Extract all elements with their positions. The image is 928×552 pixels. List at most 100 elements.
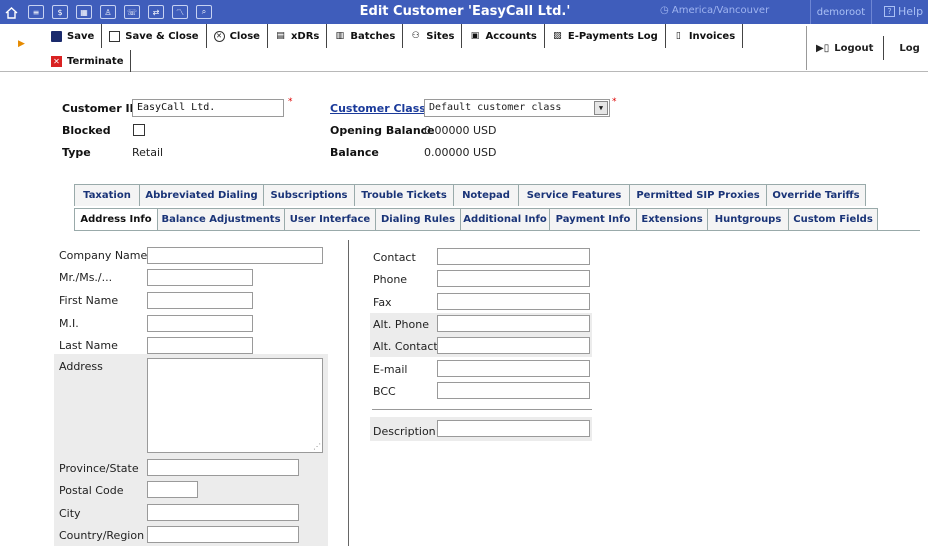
dollar-icon[interactable]: $ [52,5,68,19]
description-input[interactable] [437,420,590,437]
timezone-label: America/Vancouver [671,5,770,16]
customer-id-input[interactable]: EasyCall Ltd. [132,99,284,117]
epayments-log-button[interactable]: ▨ E-Payments Log [545,24,666,48]
chevron-down-icon: ▼ [594,101,608,115]
toolbar-row-2: ✕ Terminate [44,50,132,72]
postal-code-input[interactable] [147,481,198,498]
country-label: Country/Region [59,529,145,542]
tab-custom-fields[interactable]: Custom Fields [788,208,878,230]
middle-initial-input[interactable] [147,315,253,332]
last-name-input[interactable] [147,337,253,354]
opening-balance-value: 0.00000 USD [424,124,497,137]
toolbar-right: ▶▯ Logout Log [806,36,928,60]
bcc-input[interactable] [437,382,590,399]
middle-initial-label: M.I. [59,317,79,330]
company-name-input[interactable] [147,247,323,264]
tab-payment-info[interactable]: Payment Info [549,208,637,230]
clock-icon: ◷ [660,5,672,16]
tab-huntgroups[interactable]: Huntgroups [707,208,789,230]
tab-subscriptions[interactable]: Subscriptions [263,184,355,206]
tab-user-interface[interactable]: User Interface [284,208,376,230]
tab-balance-adjustments[interactable]: Balance Adjustments [157,208,285,230]
tab-notepad[interactable]: Notepad [453,184,519,206]
tab-additional-info[interactable]: Additional Info [460,208,550,230]
email-input[interactable] [437,360,590,377]
help-label: Help [898,5,924,18]
first-name-input[interactable] [147,292,253,309]
grid-icon[interactable]: ▦ [76,5,92,19]
customer-class-link[interactable]: Customer Class [330,102,426,115]
alt-contact-input[interactable] [437,337,590,354]
contact-label: Contact [373,251,416,264]
list-icon[interactable]: ≡ [28,5,44,19]
fax-input[interactable] [437,293,590,310]
help-icon: ? [884,6,895,17]
contact-input[interactable] [437,248,590,265]
transfer-icon[interactable]: ⇄ [148,5,164,19]
logout-button[interactable]: ▶▯ Logout [806,36,885,60]
xdrs-icon: ▤ [276,31,285,41]
province-input[interactable] [147,459,299,476]
required-mark: * [288,97,293,107]
sites-button[interactable]: ⚇ Sites [403,24,463,48]
save-icon [51,30,62,42]
timezone-link[interactable]: ◷ America/Vancouver [660,5,769,16]
postal-code-label: Postal Code [59,484,124,497]
top-bar: ≡ $ ▦ ♙ ☏ ⇄ 〽 ⌕ Edit Customer 'EasyCall … [0,0,928,24]
tab-permitted-sip-proxies[interactable]: Permitted SIP Proxies [629,184,767,206]
province-label: Province/State [59,462,139,475]
sites-icon: ⚇ [411,31,420,41]
terminate-button[interactable]: ✕ Terminate [44,50,132,72]
opening-balance-label: Opening Balance [330,124,435,137]
search-icon[interactable]: ⌕ [196,5,212,19]
close-icon: ✕ [213,30,225,42]
logout-label: Logout [834,42,874,54]
alt-phone-input[interactable] [437,315,590,332]
first-name-label: First Name [59,294,119,307]
help-link[interactable]: ? Help [884,5,923,18]
tab-address-info[interactable]: Address Info [74,208,158,230]
tab-trouble-tickets[interactable]: Trouble Tickets [354,184,454,206]
toolbar: ▶ Save Save & Close ✕ Close ▤ xDRs ▥ Batche… [0,24,928,72]
tab-override-tariffs[interactable]: Override Tariffs [766,184,866,206]
xdrs-button[interactable]: ▤ xDRs [268,24,328,48]
customer-class-select[interactable]: Default customer class ▼ [424,99,610,117]
save-button[interactable]: Save [44,24,103,48]
description-label: Description [373,425,436,438]
email-label: E-mail [373,363,408,376]
tab-service-features[interactable]: Service Features [518,184,630,206]
accounts-button[interactable]: ▣ Accounts [462,24,545,48]
batches-button[interactable]: ▥ Batches [327,24,404,48]
tab-taxation[interactable]: Taxation [74,184,140,206]
invoices-button[interactable]: ▯ Invoices [666,24,744,48]
tab-row-2: Address Info Balance Adjustments User In… [74,208,878,230]
type-label: Type [62,146,91,159]
city-input[interactable] [147,504,299,521]
tab-extensions[interactable]: Extensions [636,208,708,230]
tab-abbreviated-dialing[interactable]: Abbreviated Dialing [139,184,264,206]
customer-id-label: Customer ID [62,102,139,115]
close-button[interactable]: ✕ Close [207,24,268,48]
terminate-icon: ✕ [51,55,62,67]
address-textarea[interactable]: ⋰ [147,358,323,453]
fax-label: Fax [373,296,392,309]
country-input[interactable] [147,526,299,543]
invoices-label: Invoices [688,30,736,42]
home-icon[interactable] [0,0,22,24]
tab-dialing-rules[interactable]: Dialing Rules [375,208,461,230]
phone-input[interactable] [437,270,590,287]
user-name[interactable]: demoroot [810,0,872,24]
required-mark: * [612,97,617,107]
salutation-input[interactable] [147,269,253,286]
save-close-button[interactable]: Save & Close [102,24,207,48]
blocked-checkbox[interactable] [133,124,145,136]
alt-phone-label: Alt. Phone [373,318,429,331]
page-title: Edit Customer 'EasyCall Ltd.' [359,4,571,19]
person-icon[interactable]: ♙ [100,5,116,19]
phone-icon[interactable]: ☏ [124,5,140,19]
chart-icon[interactable]: 〽 [172,5,188,19]
city-label: City [59,507,81,520]
toolbar-arrow-icon[interactable]: ▶ [18,39,25,49]
resize-grip-icon[interactable]: ⋰ [313,442,321,451]
log-button[interactable]: Log [884,36,928,60]
